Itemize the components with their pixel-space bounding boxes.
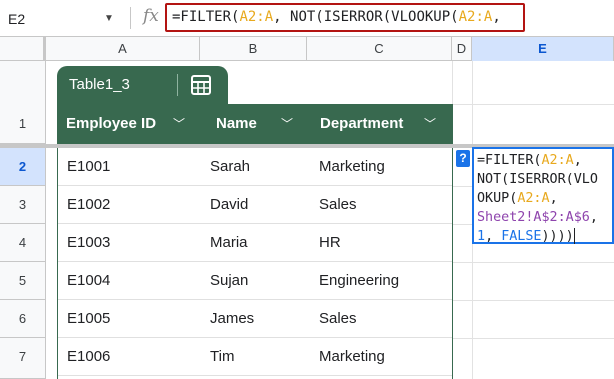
table-name-tab[interactable]: Table1_3 <box>57 66 228 104</box>
divider <box>177 74 178 96</box>
select-all-corner[interactable] <box>0 37 46 61</box>
formula-token: NOT(ISERROR(VLO <box>477 172 598 187</box>
formula-help-button[interactable]: ? <box>456 150 470 167</box>
column-header-name[interactable]: Name <box>216 104 257 144</box>
formula-bar: E2 ▼ fx =FILTER(A2:A, NOT(ISERROR(VLOOKU… <box>0 0 614 37</box>
formula-token: A2:A <box>458 9 493 25</box>
formula-token: A2:A <box>239 9 274 25</box>
grid-line <box>452 300 614 301</box>
table-row: E1004 Sujan Engineering <box>57 262 453 300</box>
cell-employee-id[interactable]: E1002 <box>67 186 110 224</box>
formula-token: A2:A <box>541 153 574 168</box>
editor-line: =FILTER(A2:A, <box>477 151 612 170</box>
cell-name[interactable]: James <box>210 300 254 338</box>
row-header-3[interactable]: 3 <box>0 186 46 224</box>
row-header-7[interactable]: 7 <box>0 338 46 379</box>
formula-token: Sheet2!A$2:A$6 <box>477 210 590 225</box>
divider <box>130 7 131 29</box>
editor-line: 1, FALSE)))) <box>477 227 612 246</box>
text-cursor <box>573 228 575 244</box>
formula-token: A2:A <box>517 191 550 206</box>
header-label: Name <box>216 115 257 132</box>
table-row: E1003 Maria HR <box>57 224 453 262</box>
name-box[interactable]: E2 ▼ <box>8 8 118 30</box>
table-row: E1001 Sarah Marketing <box>57 148 453 186</box>
formula-token: , <box>492 9 501 25</box>
row-header-1[interactable]: 1 <box>0 61 46 144</box>
chevron-down-icon[interactable]: ﹀ <box>173 104 185 144</box>
table-row: E1005 James Sales <box>57 300 453 338</box>
cell-name[interactable]: Maria <box>210 224 248 262</box>
table-name[interactable]: Table1_3 <box>69 66 130 104</box>
cell-employee-id[interactable]: E1003 <box>67 224 110 262</box>
column-header-department[interactable]: Department <box>320 104 403 144</box>
formula-token: , <box>589 210 598 225</box>
formula-token: , NOT(ISERROR(VLOOKUP( <box>273 9 459 25</box>
cell-employee-id[interactable]: E1006 <box>67 338 110 376</box>
header-label: Employee ID <box>66 115 157 132</box>
cell-department[interactable]: Marketing <box>319 148 385 186</box>
cell-name[interactable]: David <box>210 186 248 224</box>
table-row: E1006 Tim Marketing <box>57 338 453 376</box>
fx-icon: fx <box>143 6 159 26</box>
row-header-4[interactable]: 4 <box>0 224 46 262</box>
formula-input[interactable]: =FILTER(A2:A, NOT(ISERROR(VLOOKUP(A2:A, <box>165 3 525 32</box>
grid-line <box>452 104 614 105</box>
cell-department[interactable]: HR <box>319 224 341 262</box>
column-header-b[interactable]: B <box>200 37 307 61</box>
cell-employee-id[interactable]: E1001 <box>67 148 110 186</box>
cell-editor-e2[interactable]: =FILTER(A2:A, NOT(ISERROR(VLO OKUP(A2:A, Sh… <box>472 147 614 244</box>
cell-name[interactable]: Tim <box>210 338 234 376</box>
chevron-down-icon[interactable]: ▼ <box>104 8 114 30</box>
grid-line <box>452 262 614 263</box>
editor-line: Sheet2!A$2:A$6, <box>477 208 612 227</box>
row-header-6[interactable]: 6 <box>0 300 46 338</box>
column-header-e[interactable]: E <box>472 37 614 61</box>
formula-token: FALSE <box>501 229 542 244</box>
formula-token: , <box>573 153 582 168</box>
formula-token: , <box>485 229 502 244</box>
formula-token: =FILTER( <box>172 9 240 25</box>
row-header-5[interactable]: 5 <box>0 262 46 300</box>
chevron-down-icon[interactable]: ﹀ <box>424 104 436 144</box>
cell-department[interactable]: Sales <box>319 186 357 224</box>
cell-department[interactable]: Marketing <box>319 338 385 376</box>
column-header-a[interactable]: A <box>46 37 200 61</box>
cell-name[interactable]: Sarah <box>210 148 250 186</box>
formula-token: OKUP( <box>477 191 518 206</box>
formula-token: , <box>549 191 558 206</box>
column-header-employee-id[interactable]: Employee ID <box>66 104 156 144</box>
cell-name[interactable]: Sujan <box>210 262 248 300</box>
editor-line: NOT(ISERROR(VLO <box>477 170 612 189</box>
editor-line: OKUP(A2:A, <box>477 189 612 208</box>
column-header-row: A B C D E <box>0 37 614 61</box>
name-box-value: E2 <box>8 11 26 27</box>
cell-department[interactable]: Engineering <box>319 262 399 300</box>
header-label: Department <box>320 115 404 132</box>
cell-department[interactable]: Sales <box>319 300 357 338</box>
row-header-2[interactable]: 2 <box>0 148 46 186</box>
formula-token: 1 <box>477 229 486 244</box>
column-header-c[interactable]: C <box>307 37 452 61</box>
cell-employee-id[interactable]: E1004 <box>67 262 110 300</box>
table-row: E1002 David Sales <box>57 186 453 224</box>
formula-token: )))) <box>541 229 574 244</box>
table-settings-icon[interactable] <box>190 74 212 96</box>
grid-line <box>452 338 614 339</box>
column-header-d[interactable]: D <box>452 37 472 61</box>
formula-token: =FILTER( <box>477 153 542 168</box>
table-header-row: Employee ID ﹀ Name ﹀ Department ﹀ <box>57 104 453 144</box>
chevron-down-icon[interactable]: ﹀ <box>281 104 293 144</box>
cell-employee-id[interactable]: E1005 <box>67 300 110 338</box>
